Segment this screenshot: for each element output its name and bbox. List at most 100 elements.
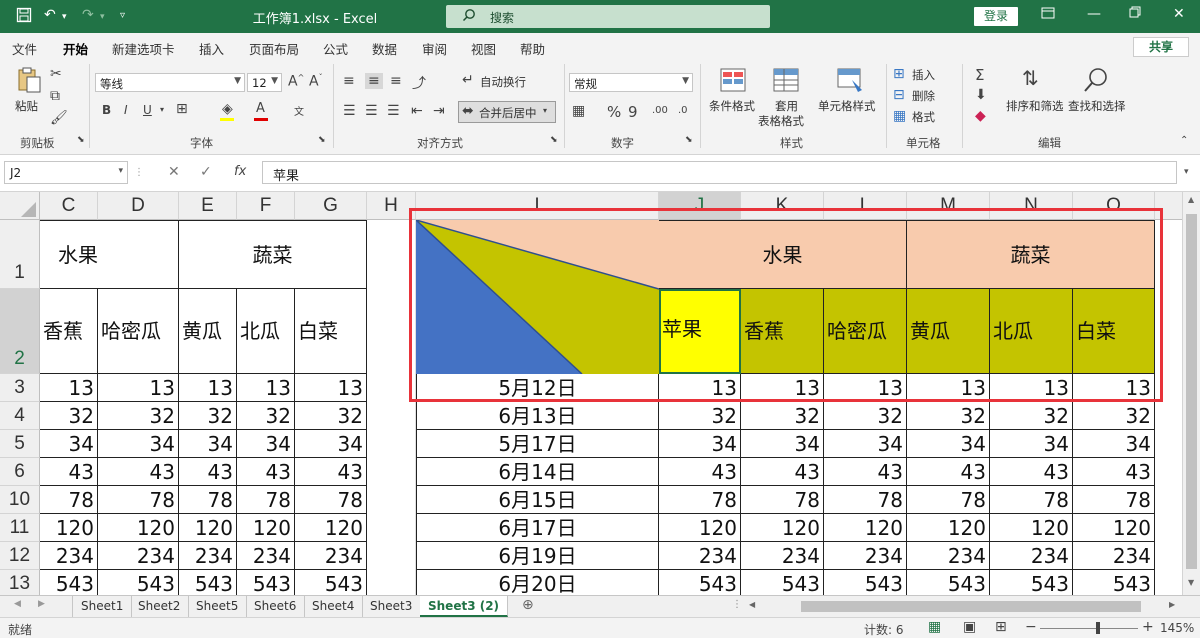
table-cell[interactable]: 34 xyxy=(237,430,295,458)
date-cell[interactable]: 6月15日 xyxy=(416,486,659,514)
conditional-formatting-button[interactable]: 条件格式 xyxy=(707,66,759,128)
date-cell[interactable]: 6月13日 xyxy=(416,402,659,430)
tab-view[interactable]: 视图 xyxy=(471,39,496,58)
table-cell[interactable]: 13 xyxy=(237,374,295,402)
column-header-f[interactable]: F xyxy=(237,192,295,220)
cell-styles-button[interactable]: 单元格样式 xyxy=(818,66,880,128)
row-header-2[interactable]: 2 xyxy=(0,289,40,374)
format-as-table-button[interactable]: 套用 表格格式 xyxy=(758,66,816,128)
table-cell[interactable]: 13 xyxy=(824,374,907,402)
date-cell[interactable]: 6月19日 xyxy=(416,542,659,570)
tab-help[interactable]: 帮助 xyxy=(520,39,545,58)
alignment-launcher-icon[interactable]: ⬊ xyxy=(550,135,558,145)
tab-data[interactable]: 数据 xyxy=(372,39,397,58)
tab-file[interactable]: 文件 xyxy=(12,39,37,58)
table-cell[interactable]: 32 xyxy=(659,402,741,430)
clear-icon[interactable]: ◆ xyxy=(975,108,986,124)
zoom-level[interactable]: 145% xyxy=(1160,621,1194,635)
table-cell[interactable]: 13 xyxy=(990,374,1073,402)
ribbon-display-icon[interactable] xyxy=(1041,6,1055,24)
scroll-right-icon[interactable]: ▶ xyxy=(1169,600,1175,609)
table-cell[interactable]: 78 xyxy=(179,486,237,514)
column-header-h[interactable]: H xyxy=(367,192,416,220)
row-header-10[interactable]: 10 xyxy=(0,486,40,514)
table-cell[interactable]: 43 xyxy=(98,458,179,486)
table-cell[interactable]: 34 xyxy=(990,430,1073,458)
cut-icon[interactable]: ✂ xyxy=(50,66,62,82)
decrease-font-icon[interactable]: Aˇ xyxy=(309,73,323,90)
date-cell[interactable]: 6月14日 xyxy=(416,458,659,486)
left-subheader[interactable]: 北瓜 xyxy=(237,289,295,374)
italic-icon[interactable]: I xyxy=(124,103,128,117)
table-cell[interactable]: 43 xyxy=(40,458,98,486)
scrollbar-thumb[interactable] xyxy=(1186,214,1197,569)
table-cell[interactable]: 32 xyxy=(741,402,824,430)
tab-review[interactable]: 审阅 xyxy=(422,39,447,58)
prev-sheet-icon[interactable]: ◀ xyxy=(14,599,21,609)
table-cell[interactable]: 34 xyxy=(907,430,990,458)
table-cell[interactable]: 13 xyxy=(907,374,990,402)
table-cell[interactable]: 32 xyxy=(907,402,990,430)
column-header-m[interactable]: M xyxy=(907,192,990,220)
sheet-tab[interactable]: Sheet6 xyxy=(246,596,305,617)
table-cell[interactable]: 234 xyxy=(741,542,824,570)
column-header-i[interactable]: I xyxy=(416,192,659,220)
table-cell[interactable]: 120 xyxy=(659,514,741,542)
number-format-select[interactable]: 常规▼ xyxy=(569,73,693,92)
format-painter-icon[interactable]: 🖌 xyxy=(50,110,68,126)
tab-formulas[interactable]: 公式 xyxy=(323,39,348,58)
right-veg-header[interactable]: 蔬菜 xyxy=(907,220,1155,289)
format-cells-button[interactable]: ▦ 格式 xyxy=(893,108,953,126)
table-cell[interactable]: 120 xyxy=(237,514,295,542)
table-cell[interactable]: 234 xyxy=(295,542,367,570)
scrollbar-thumb[interactable] xyxy=(801,601,1141,612)
table-cell[interactable]: 120 xyxy=(907,514,990,542)
table-cell[interactable]: 78 xyxy=(98,486,179,514)
left-subheader[interactable]: 黄瓜 xyxy=(179,289,237,374)
left-fruit-header[interactable]: 水果 xyxy=(40,220,179,289)
table-cell[interactable]: 32 xyxy=(40,402,98,430)
table-cell[interactable]: 234 xyxy=(907,542,990,570)
phonetic-icon[interactable]: 文 xyxy=(294,103,304,118)
borders-icon[interactable]: ⊞ xyxy=(176,101,188,117)
table-cell[interactable]: 78 xyxy=(824,486,907,514)
row-header-12[interactable]: 12 xyxy=(0,542,40,570)
sheet-tab[interactable]: Sheet1 xyxy=(72,596,132,617)
table-cell[interactable]: 32 xyxy=(179,402,237,430)
date-cell[interactable]: 6月20日 xyxy=(416,570,659,595)
right-subheader[interactable]: 香蕉 xyxy=(741,289,824,374)
sheet-tab-active[interactable]: Sheet3 (2) xyxy=(420,596,508,617)
table-cell[interactable]: 13 xyxy=(659,374,741,402)
comma-icon[interactable]: 9 xyxy=(628,103,638,121)
minimize-icon[interactable]: — xyxy=(1087,6,1101,22)
sheet-tab[interactable]: Sheet4 xyxy=(304,596,363,617)
search-box[interactable]: 搜索 xyxy=(446,5,770,28)
chevron-down-icon[interactable]: ▾ xyxy=(160,105,164,114)
increase-font-icon[interactable]: A^ xyxy=(288,73,304,90)
clipboard-launcher-icon[interactable]: ⬊ xyxy=(77,135,85,145)
table-cell[interactable]: 43 xyxy=(824,458,907,486)
table-cell[interactable]: 34 xyxy=(659,430,741,458)
table-cell[interactable]: 543 xyxy=(659,570,741,595)
table-cell[interactable]: 78 xyxy=(741,486,824,514)
table-cell[interactable]: 543 xyxy=(237,570,295,595)
table-cell[interactable]: 13 xyxy=(98,374,179,402)
table-cell[interactable]: 543 xyxy=(907,570,990,595)
table-cell[interactable]: 34 xyxy=(40,430,98,458)
zoom-out-icon[interactable]: − xyxy=(1025,619,1037,635)
table-cell[interactable]: 32 xyxy=(1073,402,1155,430)
table-cell[interactable]: 13 xyxy=(179,374,237,402)
table-cell[interactable]: 120 xyxy=(98,514,179,542)
autosum-icon[interactable]: Σ xyxy=(975,66,984,84)
horizontal-scrollbar[interactable]: ◀ ▶ xyxy=(745,598,1182,615)
column-header-l[interactable]: L xyxy=(824,192,907,220)
column-header-e[interactable]: E xyxy=(179,192,237,220)
right-subheader[interactable]: 黄瓜 xyxy=(907,289,990,374)
right-subheader[interactable]: 哈密瓜 xyxy=(824,289,907,374)
tab-new-tab[interactable]: 新建选项卡 xyxy=(112,39,175,58)
align-left-icon[interactable]: ☰ xyxy=(343,103,356,119)
table-cell[interactable]: 543 xyxy=(990,570,1073,595)
table-cell[interactable]: 120 xyxy=(40,514,98,542)
table-cell[interactable]: 34 xyxy=(741,430,824,458)
table-cell[interactable]: 543 xyxy=(179,570,237,595)
